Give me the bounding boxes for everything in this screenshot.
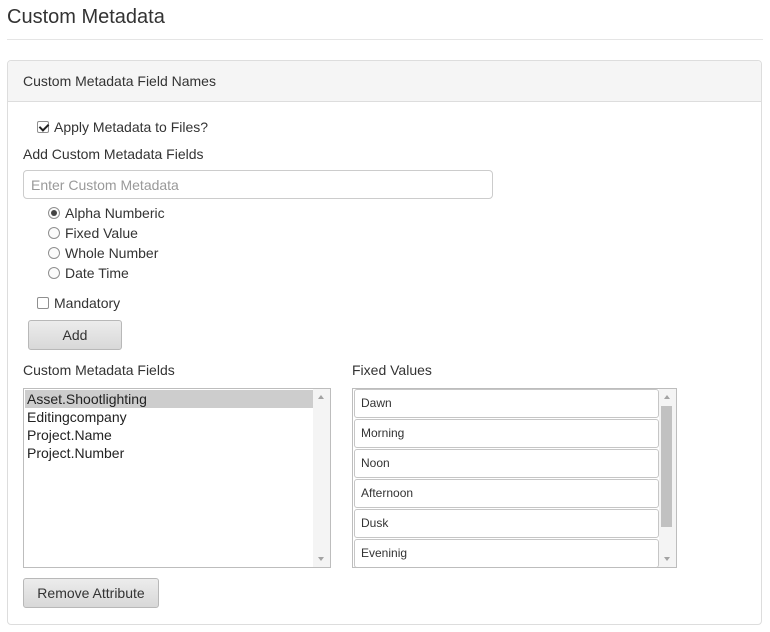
scroll-down-icon[interactable] [318, 557, 324, 561]
apply-metadata-checkbox[interactable] [37, 121, 49, 133]
radio-label-alpha-numeric: Alpha Numberic [65, 205, 165, 221]
fixed-values-label: Fixed Values [352, 362, 432, 378]
fixed-value-item[interactable]: Morning [354, 419, 659, 448]
list-item[interactable]: Project.Number [25, 444, 314, 462]
fixed-value-item[interactable]: Dawn [354, 389, 659, 418]
add-fields-label: Add Custom Metadata Fields [23, 146, 204, 162]
radio-whole-number[interactable] [48, 247, 60, 259]
list-item[interactable]: Project.Name [25, 426, 314, 444]
page-title: Custom Metadata [7, 6, 165, 28]
fixed-value-item[interactable]: Afternoon [354, 479, 659, 508]
scroll-up-icon[interactable] [664, 395, 670, 399]
list-item[interactable]: Asset.Shootlighting [25, 390, 314, 408]
add-button[interactable]: Add [28, 320, 122, 350]
fixed-value-item[interactable]: Eveninig [354, 539, 659, 567]
title-divider [7, 39, 763, 40]
custom-fields-label: Custom Metadata Fields [23, 362, 175, 378]
custom-metadata-input[interactable] [23, 170, 493, 199]
fixed-values-scrollbar[interactable] [659, 389, 676, 567]
radio-label-whole-number: Whole Number [65, 245, 159, 261]
radio-date-time[interactable] [48, 267, 60, 279]
listbox-scrollbar[interactable] [313, 389, 330, 567]
radio-label-date-time: Date Time [65, 265, 129, 281]
apply-metadata-label: Apply Metadata to Files? [54, 119, 209, 135]
radio-alpha-numeric[interactable] [48, 207, 60, 219]
fixed-values-list: Dawn Morning Noon Afternoon Dusk Evenini… [352, 388, 677, 568]
mandatory-checkbox[interactable] [37, 297, 49, 309]
fixed-value-item[interactable]: Dusk [354, 509, 659, 538]
fixed-value-item[interactable]: Noon [354, 449, 659, 478]
mandatory-label: Mandatory [54, 295, 121, 311]
panel-heading: Custom Metadata Field Names [8, 61, 761, 102]
scroll-down-icon[interactable] [664, 557, 670, 561]
radio-fixed-value[interactable] [48, 227, 60, 239]
custom-fields-listbox[interactable]: Asset.Shootlighting Editingcompany Proje… [23, 388, 331, 568]
scroll-up-icon[interactable] [318, 395, 324, 399]
remove-attribute-button[interactable]: Remove Attribute [23, 578, 159, 608]
list-item[interactable]: Editingcompany [25, 408, 314, 426]
radio-label-fixed-value: Fixed Value [65, 225, 138, 241]
scrollbar-thumb[interactable] [661, 406, 672, 527]
